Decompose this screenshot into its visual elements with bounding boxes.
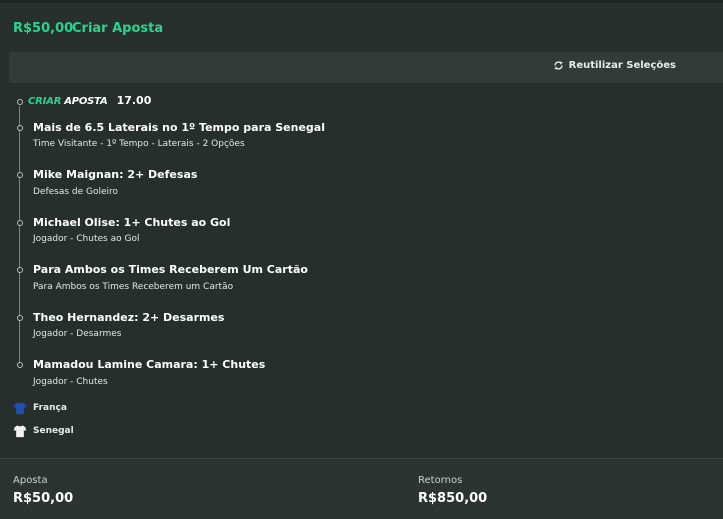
selection-subtitle: Jogador - Chutes ao Gol xyxy=(33,234,140,244)
returns-label: Retornos xyxy=(418,475,463,486)
timeline-dot xyxy=(17,315,23,321)
header-stake-amount: R$50,00 xyxy=(13,21,74,36)
selection-title: Theo Hernandez: 2+ Desarmes xyxy=(33,311,225,324)
selection-title: Michael Olise: 1+ Chutes ao Gol xyxy=(33,216,231,229)
reuse-selections-button[interactable]: Reutilizar Seleções xyxy=(553,60,676,71)
logo-aposta-text: APOSTA xyxy=(64,96,108,107)
returns-value: R$850,00 xyxy=(418,491,488,506)
selection-title: Mike Maignan: 2+ Defesas xyxy=(33,168,198,181)
shirt-icon xyxy=(13,402,27,415)
stake-label: Aposta xyxy=(13,475,48,486)
team-name: Senegal xyxy=(33,426,74,436)
selection-subtitle: Jogador - Desarmes xyxy=(33,329,122,339)
reuse-bar: Reutilizar Seleções xyxy=(9,52,723,83)
selection-title: Mais de 6.5 Laterais no 1º Tempo para Se… xyxy=(33,121,325,134)
criar-aposta-row: CRIAR APOSTA 17.00 xyxy=(28,94,151,107)
selection-subtitle: Defesas de Goleiro xyxy=(33,187,119,197)
timeline-dot xyxy=(17,267,23,273)
shirt-icon xyxy=(13,425,27,438)
stake-value: R$50,00 xyxy=(13,491,74,506)
selection-title: Mamadou Lamine Camara: 1+ Chutes xyxy=(33,358,266,371)
selection-subtitle: Para Ambos os Times Receberem um Cartão xyxy=(33,282,234,292)
header-title: Criar Aposta xyxy=(72,21,164,36)
bet-header[interactable]: R$50,00 Criar Aposta xyxy=(0,3,723,52)
team-name: França xyxy=(33,403,67,413)
timeline-dot xyxy=(17,125,23,131)
selection-subtitle: Jogador - Chutes xyxy=(33,377,108,387)
refresh-icon xyxy=(554,61,563,70)
bet-odds: 17.00 xyxy=(116,94,152,107)
reuse-selections-label: Reutilizar Seleções xyxy=(568,60,676,71)
team-france: França xyxy=(13,401,67,415)
timeline-dot xyxy=(17,172,23,178)
selection-title: Para Ambos os Times Receberem Um Cartão xyxy=(33,263,308,276)
logo-criar-text: CRIAR xyxy=(28,96,62,107)
criar-aposta-logo: CRIAR APOSTA xyxy=(28,96,108,107)
selection-subtitle: Time Visitante - 1º Tempo - Laterais - 2… xyxy=(33,139,245,149)
bet-footer: Aposta R$50,00 Retornos R$850,00 xyxy=(0,459,723,519)
team-senegal: Senegal xyxy=(13,424,74,438)
timeline-line xyxy=(19,106,20,368)
timeline-dot xyxy=(17,220,23,226)
timeline-dot xyxy=(17,99,23,105)
timeline-dot xyxy=(17,362,23,368)
